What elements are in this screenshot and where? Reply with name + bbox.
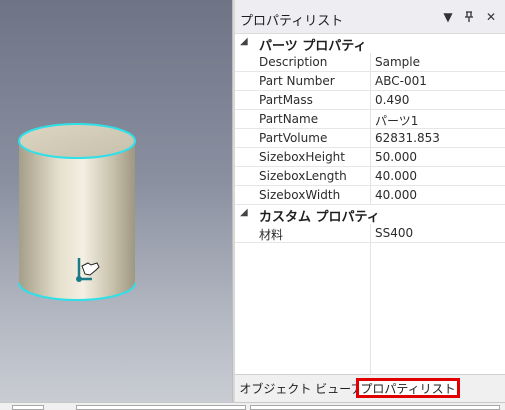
close-icon[interactable]: ✕ xyxy=(484,9,498,25)
tab-property-list[interactable]: プロパティリスト xyxy=(356,378,460,398)
property-value[interactable]: 40.000 xyxy=(375,188,501,202)
property-row[interactable]: Description Sample xyxy=(235,53,505,72)
property-value[interactable]: ABC-001 xyxy=(375,74,501,88)
panel-titlebar: プロパティリスト ▼ ✕ xyxy=(235,0,505,34)
property-row[interactable]: PartName パーツ1 xyxy=(235,110,505,129)
dropdown-arrow-icon[interactable]: ▼ xyxy=(441,9,455,25)
property-value[interactable]: 62831.853 xyxy=(375,131,501,145)
category-custom-properties[interactable]: ◢ カスタム プロパティ xyxy=(235,205,505,225)
property-row[interactable]: 材料 SS400 xyxy=(235,224,505,243)
status-field xyxy=(12,405,44,410)
property-value[interactable]: パーツ1 xyxy=(375,112,501,129)
property-name: SizeboxHeight xyxy=(259,150,345,164)
property-name: PartMass xyxy=(259,93,313,107)
property-row[interactable]: SizeboxHeight 50.000 xyxy=(235,148,505,167)
property-row[interactable]: SizeboxLength 40.000 xyxy=(235,167,505,186)
property-name: SizeboxLength xyxy=(259,169,347,183)
status-field xyxy=(76,405,246,410)
status-field xyxy=(250,405,500,410)
3d-viewport[interactable] xyxy=(0,0,232,402)
collapse-triangle-icon[interactable]: ◢ xyxy=(240,207,248,218)
panel-title: プロパティリスト xyxy=(240,14,344,29)
property-value[interactable]: Sample xyxy=(375,55,501,69)
property-value[interactable]: SS400 xyxy=(375,226,501,240)
property-name: PartVolume xyxy=(259,131,328,145)
panel-tabs: オブジェクト ビューア プロパティリスト xyxy=(235,374,505,402)
status-bar xyxy=(0,402,505,410)
property-name: 材料 xyxy=(259,228,284,242)
property-list-panel: プロパティリスト ▼ ✕ ◢ パーツ プロパティ Description Sam… xyxy=(235,0,505,402)
property-name: PartName xyxy=(259,112,319,126)
property-name: Part Number xyxy=(259,74,335,88)
category-label: カスタム プロパティ xyxy=(259,210,380,225)
category-part-properties[interactable]: ◢ パーツ プロパティ xyxy=(235,34,505,54)
collapse-triangle-icon[interactable]: ◢ xyxy=(240,36,248,47)
property-value[interactable]: 0.490 xyxy=(375,93,501,107)
tab-object-viewer[interactable]: オブジェクト ビューア xyxy=(239,378,362,398)
category-label: パーツ プロパティ xyxy=(259,39,367,54)
property-grid[interactable]: ◢ パーツ プロパティ Description Sample Part Numb… xyxy=(235,34,505,374)
property-name: Description xyxy=(259,55,328,69)
cylinder-model[interactable] xyxy=(0,0,232,402)
property-row[interactable]: PartVolume 62831.853 xyxy=(235,129,505,148)
property-value[interactable]: 50.000 xyxy=(375,150,501,164)
property-name: SizeboxWidth xyxy=(259,188,341,202)
property-row[interactable]: Part Number ABC-001 xyxy=(235,72,505,91)
property-value[interactable]: 40.000 xyxy=(375,169,501,183)
property-row[interactable]: SizeboxWidth 40.000 xyxy=(235,186,505,205)
property-row[interactable]: PartMass 0.490 xyxy=(235,91,505,110)
pin-icon[interactable] xyxy=(462,9,476,25)
